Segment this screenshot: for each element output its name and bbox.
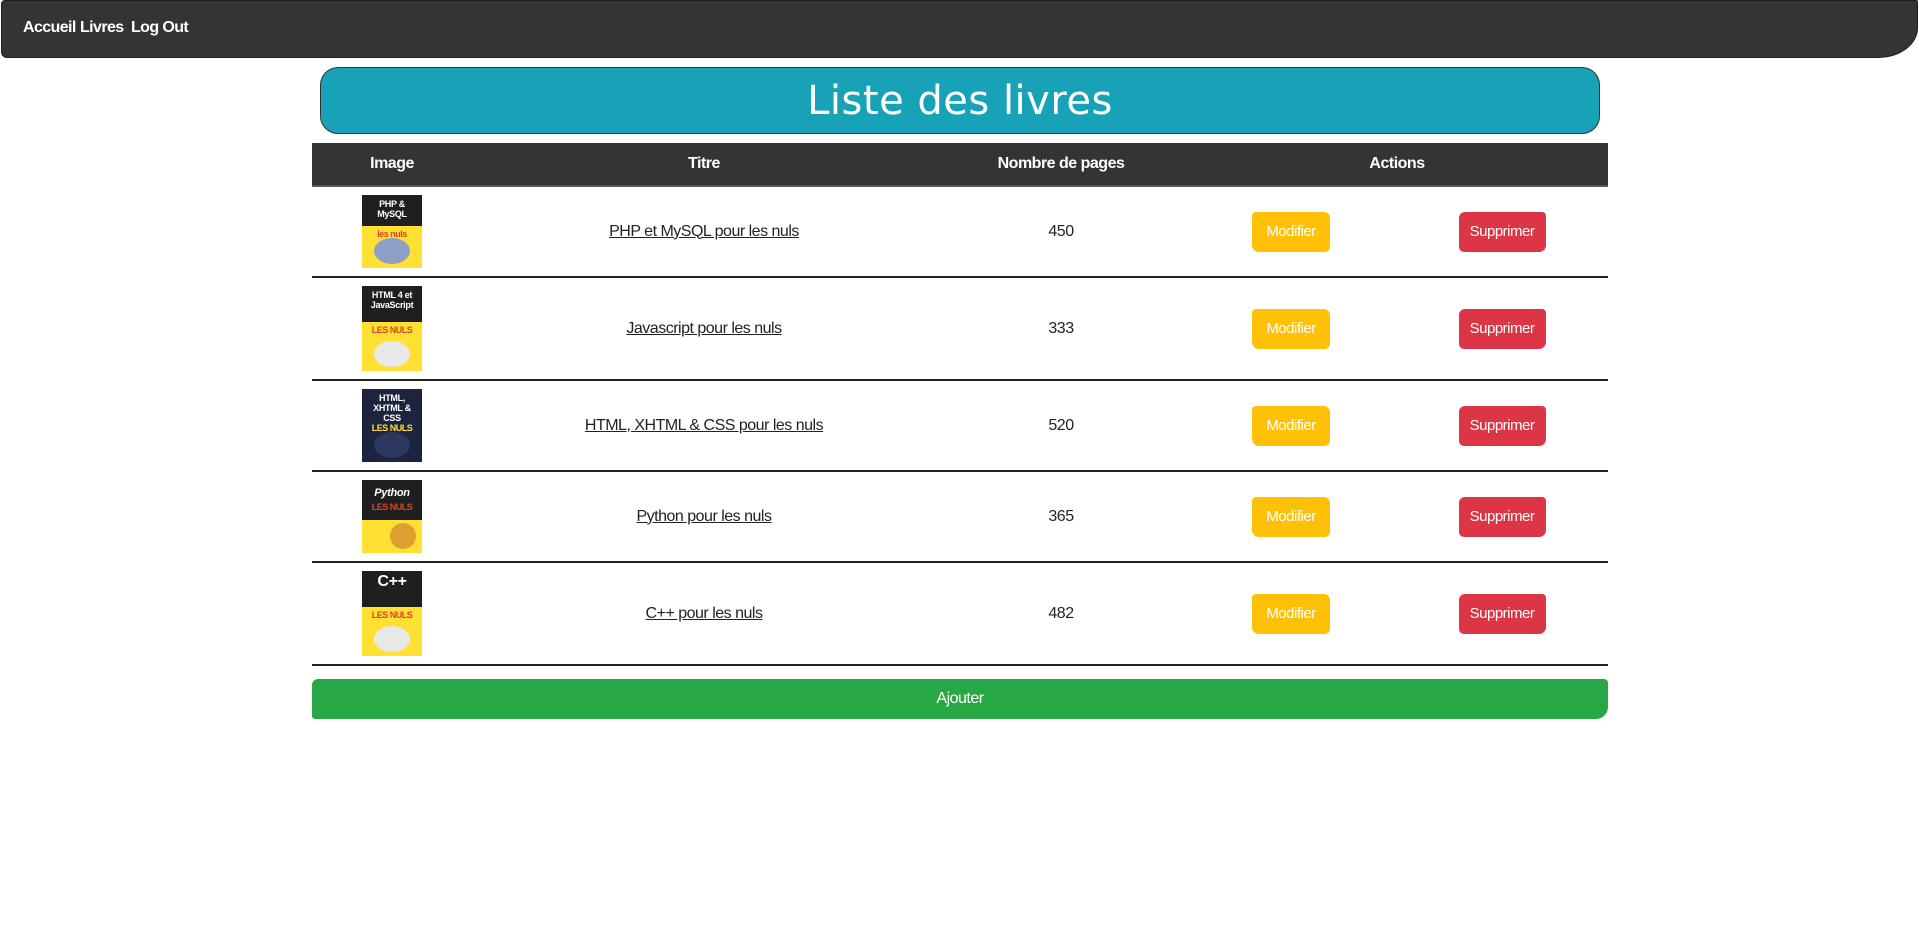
cover-subtitle: LES NULS: [371, 325, 413, 336]
delete-button[interactable]: Supprimer: [1458, 211, 1546, 252]
cover-title: HTML, XHTML & CSS: [373, 393, 411, 423]
table-row: PHP & MySQL les nuls PHP et MySQL pour l…: [312, 186, 1609, 278]
table-row: HTML, XHTML & CSS LES NULS HTML, XHTML &…: [312, 380, 1609, 472]
cover-illustration: [374, 238, 410, 264]
modify-button[interactable]: Modifier: [1252, 593, 1330, 634]
page-title-banner: Liste des livres: [320, 67, 1600, 134]
cover-subtitle: LES NULS: [371, 610, 413, 621]
delete-button[interactable]: Supprimer: [1458, 308, 1546, 349]
modify-button[interactable]: Modifier: [1252, 211, 1330, 252]
nav-link-livres[interactable]: Livres: [80, 19, 124, 37]
cover-illustration: [374, 341, 410, 367]
table-header-row: Image Titre Nombre de pages Actions: [312, 143, 1609, 187]
cover-title: PHP & MySQL: [377, 199, 407, 219]
page-count: 365: [936, 471, 1186, 563]
cover-title: Python: [374, 487, 410, 499]
modify-button[interactable]: Modifier: [1252, 308, 1330, 349]
book-title-link[interactable]: HTML, XHTML & CSS pour les nuls: [585, 417, 824, 434]
page-count: 333: [936, 277, 1186, 381]
modify-button[interactable]: Modifier: [1252, 496, 1330, 537]
books-table: Image Titre Nombre de pages Actions PHP …: [312, 143, 1609, 666]
book-title-link[interactable]: Javascript pour les nuls: [626, 320, 782, 337]
add-button[interactable]: Ajouter: [312, 679, 1608, 719]
book-cover-image: PHP & MySQL les nuls: [362, 195, 422, 268]
cover-illustration: [390, 523, 416, 549]
page-title: Liste des livres: [807, 77, 1113, 124]
book-title-link[interactable]: Python pour les nuls: [637, 508, 772, 525]
book-title-link[interactable]: PHP et MySQL pour les nuls: [609, 223, 799, 240]
page-count: 482: [936, 562, 1186, 666]
nav-link-logout[interactable]: Log Out: [131, 19, 189, 37]
cover-title: C++: [377, 573, 407, 590]
delete-button[interactable]: Supprimer: [1458, 496, 1546, 537]
cover-title: HTML 4 et JavaScript: [370, 290, 414, 310]
table-row: HTML 4 et JavaScript LES NULS Javascript…: [312, 277, 1609, 381]
header-image: Image: [312, 143, 472, 187]
page-count: 450: [936, 186, 1186, 278]
page-count: 520: [936, 380, 1186, 472]
book-title-link[interactable]: C++ pour les nuls: [646, 605, 763, 622]
navbar: Accueil Livres Log Out: [1, 0, 1918, 58]
delete-button[interactable]: Supprimer: [1458, 405, 1546, 446]
table-row: Python LES NULS Python pour les nuls 365…: [312, 471, 1609, 563]
header-title: Titre: [472, 143, 936, 187]
cover-illustration: [374, 626, 410, 652]
header-actions: Actions: [1186, 143, 1609, 187]
book-cover-image: HTML 4 et JavaScript LES NULS: [362, 286, 422, 371]
delete-button[interactable]: Supprimer: [1458, 593, 1546, 634]
header-pages: Nombre de pages: [936, 143, 1186, 187]
book-cover-image: HTML, XHTML & CSS LES NULS: [362, 389, 422, 462]
book-cover-image: Python LES NULS: [362, 480, 422, 553]
modify-button[interactable]: Modifier: [1252, 405, 1330, 446]
cover-subtitle: LES NULS: [371, 501, 413, 512]
cover-illustration: [374, 432, 410, 458]
nav-link-accueil[interactable]: Accueil: [23, 19, 76, 37]
book-cover-image: C++ LES NULS: [362, 571, 422, 656]
table-row: C++ LES NULS C++ pour les nuls 482 Modif…: [312, 562, 1609, 666]
